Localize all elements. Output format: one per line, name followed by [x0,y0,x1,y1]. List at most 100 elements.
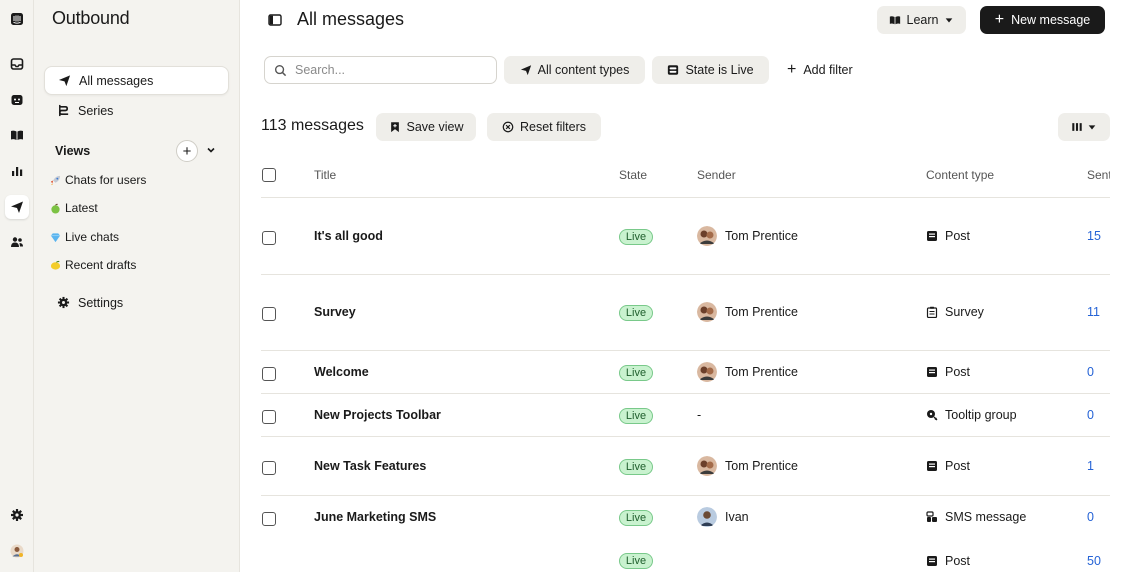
sent-count[interactable]: 0 [1087,510,1094,524]
avatar [697,302,717,322]
content-type: Post [926,365,970,379]
select-all-checkbox[interactable] [262,168,276,182]
book-icon [889,16,900,25]
add-filter-button[interactable]: + Add filter [787,56,853,84]
status-badge: Live [619,229,653,245]
message-title[interactable]: Welcome [314,365,369,379]
caret-down-icon [946,18,953,23]
status-badge: Live [619,365,653,381]
sent-count[interactable]: 1 [1087,459,1094,473]
sidebar-title: Outbound [52,8,130,28]
sender: Tom Prentice [697,362,798,382]
avatar [697,456,717,476]
sent-count[interactable]: 0 [1087,365,1094,379]
state-filter[interactable]: State is Live [652,56,769,84]
add-view-button[interactable]: + [176,140,198,162]
column-header-state[interactable]: State [619,168,647,182]
row-checkbox[interactable] [262,231,276,245]
column-header-content-type[interactable]: Content type [926,168,994,182]
icon-rail [0,0,34,572]
gear-icon [56,296,70,310]
contacts-icon[interactable] [5,230,29,254]
column-header-title[interactable]: Title [314,168,336,182]
row-checkbox[interactable] [262,410,276,424]
view-item-recent-drafts[interactable]: Recent drafts [50,258,136,272]
new-message-button[interactable]: + New message [980,6,1105,34]
row-checkbox[interactable] [262,367,276,381]
message-title[interactable]: New Task Features [314,459,426,473]
row-checkbox[interactable] [262,461,276,475]
logo-icon[interactable] [5,7,29,31]
message-title[interactable]: Survey [314,305,356,319]
views-heading: Views [55,144,91,158]
plus-icon: + [787,61,797,78]
sender: Tom Prentice [697,226,798,246]
divider [261,393,1110,394]
bot-icon[interactable] [5,88,29,112]
message-title[interactable]: June Marketing SMS [314,510,436,524]
clear-circle-icon [502,121,514,133]
divider [261,495,1110,496]
inbox-icon[interactable] [5,52,29,76]
tooltip-group-icon [927,410,938,421]
sent-count[interactable]: 15 [1087,229,1101,243]
content-type: Post [926,459,970,473]
message-title[interactable]: New Projects Toolbar [314,408,441,422]
search-field[interactable] [264,56,497,84]
view-item-chats-for-users[interactable]: Chats for users [50,173,146,187]
sender: - [697,408,702,422]
sidebar-item-series[interactable]: Series [44,96,229,125]
book-icon[interactable] [5,123,29,147]
learn-button[interactable]: Learn [877,6,966,34]
page-title: All messages [297,9,405,29]
column-header-sender[interactable]: Sender [697,168,736,182]
divider [261,274,1110,275]
sender: Tom Prentice [697,302,798,322]
sidebar-toggle-icon[interactable] [268,13,282,27]
sidebar-item-all-messages[interactable]: All messages [44,66,229,95]
user-avatar-icon[interactable] [5,539,29,563]
outbound-icon[interactable] [5,195,29,219]
post-icon [927,367,937,377]
message-count: 113 messages [261,117,364,134]
post-icon [927,556,937,566]
view-item-live-chats[interactable]: Live chats [50,230,119,244]
sidebar-item-settings[interactable]: Settings [44,288,229,317]
message-title[interactable]: It's all good [314,229,383,243]
paper-plane-icon [57,74,71,88]
view-item-latest[interactable]: Latest [50,201,98,215]
column-header-sent[interactable]: Sent [1087,168,1110,182]
save-view-button[interactable]: Save view [376,113,476,141]
sent-count[interactable]: 11 [1087,305,1100,319]
bookmark-icon [390,122,399,133]
content-type: Post [926,554,970,568]
sender: Ivan [697,507,749,527]
row-checkbox[interactable] [262,307,276,321]
sidebar-item-label: Settings [78,295,124,310]
survey-icon [926,306,938,318]
post-icon [927,461,937,471]
chevron-down-icon[interactable] [205,144,217,156]
row-checkbox[interactable] [262,512,276,526]
series-icon [56,104,70,118]
divider [261,197,1110,198]
columns-icon [1072,123,1082,131]
content-type: Survey [926,305,984,319]
sender: Tom Prentice [697,456,798,476]
rocket-icon [50,175,61,185]
sent-count[interactable]: 0 [1087,408,1094,422]
reset-filters-button[interactable]: Reset filters [487,113,601,141]
avatar [697,362,717,382]
sent-count[interactable]: 50 [1087,554,1101,568]
avatar [697,226,717,246]
content-type: SMS message [926,510,1026,524]
search-input[interactable] [295,63,475,77]
columns-menu-button[interactable] [1058,113,1110,141]
reports-icon[interactable] [5,159,29,183]
content-type-filter[interactable]: All content types [504,56,645,84]
post-icon [927,231,937,241]
toggle-icon [668,65,679,75]
sidebar-item-label: Series [78,103,114,118]
settings-gear-icon[interactable] [5,503,29,527]
apple-icon [51,203,60,214]
